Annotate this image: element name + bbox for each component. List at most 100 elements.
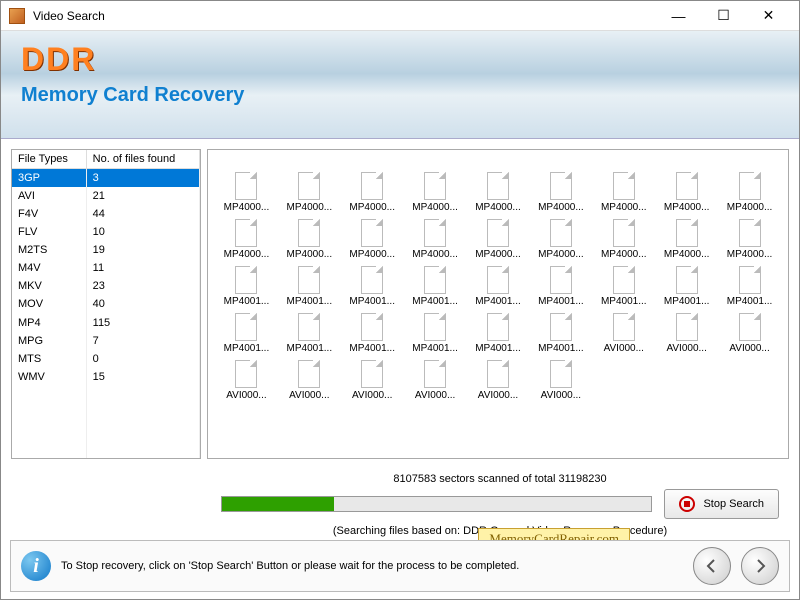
list-item[interactable]: AVI000... bbox=[593, 309, 654, 354]
list-item[interactable]: MP4000... bbox=[216, 215, 277, 260]
file-icon bbox=[739, 266, 761, 294]
list-item[interactable]: MP4001... bbox=[405, 262, 466, 307]
file-label: MP4000... bbox=[532, 249, 590, 260]
file-icon bbox=[424, 219, 446, 247]
list-item[interactable]: MP4000... bbox=[405, 168, 466, 213]
list-item[interactable]: AVI000... bbox=[530, 356, 591, 401]
list-item[interactable]: MP4001... bbox=[279, 262, 340, 307]
table-row[interactable]: MKV23 bbox=[12, 277, 200, 295]
file-icon bbox=[298, 219, 320, 247]
list-item[interactable]: AVI000... bbox=[656, 309, 717, 354]
list-item[interactable]: MP4000... bbox=[593, 215, 654, 260]
list-item[interactable]: MP4001... bbox=[468, 309, 529, 354]
file-icon bbox=[550, 313, 572, 341]
list-item[interactable]: MP4001... bbox=[719, 262, 780, 307]
list-item[interactable]: MP4001... bbox=[593, 262, 654, 307]
file-label: MP4000... bbox=[595, 249, 653, 260]
file-label: MP4000... bbox=[469, 249, 527, 260]
table-row[interactable]: M2TS19 bbox=[12, 241, 200, 259]
list-item[interactable]: AVI000... bbox=[405, 356, 466, 401]
list-item[interactable]: AVI000... bbox=[342, 356, 403, 401]
list-item[interactable]: MP4001... bbox=[405, 309, 466, 354]
file-results-panel[interactable]: MP4000...MP4000...MP4000...MP4000...MP40… bbox=[207, 149, 789, 459]
file-label: MP4001... bbox=[343, 343, 401, 354]
file-label: MP4000... bbox=[280, 249, 338, 260]
app-icon bbox=[9, 8, 25, 24]
header-banner: DDR Memory Card Recovery bbox=[1, 31, 799, 139]
file-icon bbox=[487, 266, 509, 294]
list-item[interactable]: MP4001... bbox=[530, 309, 591, 354]
table-row[interactable]: MPG7 bbox=[12, 332, 200, 350]
list-item[interactable]: MP4001... bbox=[468, 262, 529, 307]
close-button[interactable]: ✕ bbox=[746, 2, 791, 30]
list-item[interactable]: MP4000... bbox=[405, 215, 466, 260]
file-icon bbox=[739, 313, 761, 341]
file-icon bbox=[550, 360, 572, 388]
file-icon bbox=[298, 172, 320, 200]
table-row[interactable]: F4V44 bbox=[12, 205, 200, 223]
stop-search-button[interactable]: Stop Search bbox=[664, 489, 779, 519]
file-type-cell: MPG bbox=[12, 332, 87, 350]
progress-bar bbox=[221, 496, 652, 512]
file-icon bbox=[613, 266, 635, 294]
file-type-cell: WMV bbox=[12, 368, 87, 386]
nav-back-button[interactable] bbox=[693, 547, 731, 585]
list-item[interactable]: MP4000... bbox=[719, 168, 780, 213]
table-row[interactable]: M4V11 bbox=[12, 259, 200, 277]
maximize-button[interactable]: ☐ bbox=[701, 2, 746, 30]
file-icon bbox=[361, 172, 383, 200]
file-count-cell: 23 bbox=[87, 277, 200, 295]
list-item[interactable]: MP4001... bbox=[342, 309, 403, 354]
list-item[interactable]: MP4001... bbox=[656, 262, 717, 307]
list-item[interactable]: MP4000... bbox=[530, 215, 591, 260]
list-item[interactable]: AVI000... bbox=[279, 356, 340, 401]
file-count-cell: 11 bbox=[87, 259, 200, 277]
file-icon bbox=[424, 313, 446, 341]
list-item[interactable]: MP4000... bbox=[216, 168, 277, 213]
table-row[interactable]: MOV40 bbox=[12, 295, 200, 313]
file-label: MP4001... bbox=[469, 343, 527, 354]
list-item[interactable]: MP4001... bbox=[216, 309, 277, 354]
brand-subtitle: Memory Card Recovery bbox=[21, 84, 779, 107]
list-item[interactable]: MP4001... bbox=[279, 309, 340, 354]
table-row[interactable]: WMV15 bbox=[12, 368, 200, 386]
col-files-found[interactable]: No. of files found bbox=[87, 150, 200, 169]
list-item[interactable]: MP4001... bbox=[216, 262, 277, 307]
col-file-types[interactable]: File Types bbox=[12, 150, 87, 169]
nav-forward-button[interactable] bbox=[741, 547, 779, 585]
list-item[interactable]: AVI000... bbox=[468, 356, 529, 401]
file-icon bbox=[298, 266, 320, 294]
file-label: MP4000... bbox=[658, 202, 716, 213]
file-icon bbox=[235, 266, 257, 294]
table-row[interactable]: 3GP3 bbox=[12, 169, 200, 187]
titlebar: Video Search — ☐ ✕ bbox=[1, 1, 799, 31]
file-label: MP4000... bbox=[217, 249, 275, 260]
list-item[interactable]: MP4000... bbox=[719, 215, 780, 260]
list-item[interactable]: MP4000... bbox=[593, 168, 654, 213]
file-icon bbox=[298, 360, 320, 388]
table-row[interactable]: MTS0 bbox=[12, 350, 200, 368]
file-label: MP4001... bbox=[217, 343, 275, 354]
table-row-empty bbox=[12, 404, 200, 422]
stop-icon bbox=[679, 496, 695, 512]
list-item[interactable]: MP4000... bbox=[342, 215, 403, 260]
list-item[interactable]: AVI000... bbox=[719, 309, 780, 354]
list-item[interactable]: MP4001... bbox=[530, 262, 591, 307]
list-item[interactable]: MP4000... bbox=[279, 215, 340, 260]
file-label: MP4001... bbox=[280, 343, 338, 354]
table-row[interactable]: AVI21 bbox=[12, 187, 200, 205]
minimize-button[interactable]: — bbox=[656, 2, 701, 30]
list-item[interactable]: MP4000... bbox=[342, 168, 403, 213]
file-label: AVI000... bbox=[595, 343, 653, 354]
file-icon bbox=[487, 172, 509, 200]
table-row[interactable]: MP4115 bbox=[12, 314, 200, 332]
list-item[interactable]: MP4000... bbox=[279, 168, 340, 213]
list-item[interactable]: MP4000... bbox=[468, 168, 529, 213]
table-row[interactable]: FLV10 bbox=[12, 223, 200, 241]
list-item[interactable]: MP4000... bbox=[656, 168, 717, 213]
list-item[interactable]: AVI000... bbox=[216, 356, 277, 401]
list-item[interactable]: MP4001... bbox=[342, 262, 403, 307]
list-item[interactable]: MP4000... bbox=[530, 168, 591, 213]
list-item[interactable]: MP4000... bbox=[656, 215, 717, 260]
list-item[interactable]: MP4000... bbox=[468, 215, 529, 260]
